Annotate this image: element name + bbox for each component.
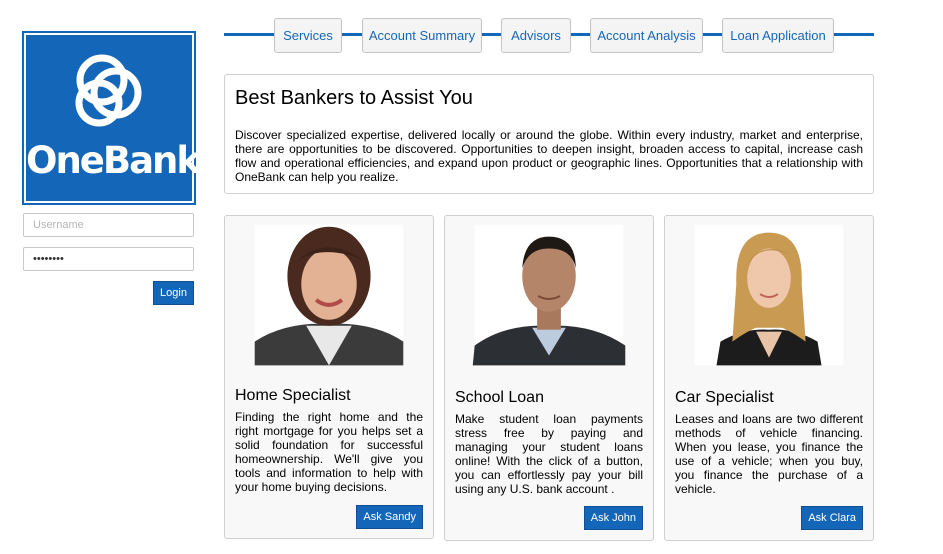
tab-account-summary[interactable]: Account Summary <box>362 18 482 53</box>
advisor-card-school-loan: School Loan Make student loan payments s… <box>444 215 654 541</box>
ask-clara-button[interactable]: Ask Clara <box>801 506 863 530</box>
intro-panel: Best Bankers to Assist You Discover spec… <box>224 74 874 194</box>
advisor-card-home: Home Specialist Finding the right home a… <box>224 215 434 539</box>
ask-john-button[interactable]: Ask John <box>583 506 643 530</box>
password-input[interactable] <box>23 247 194 271</box>
card-text: Make student loan payments stress free b… <box>455 412 643 496</box>
card-text: Leases and loans are two different metho… <box>675 412 863 496</box>
interlocking-rings-icon <box>75 54 142 127</box>
ask-sandy-button[interactable]: Ask Sandy <box>356 505 423 529</box>
page-title: Best Bankers to Assist You <box>235 87 473 109</box>
tab-loan-application[interactable]: Loan Application <box>722 18 834 53</box>
intro-text: Discover specialized expertise, delivere… <box>235 128 863 184</box>
banker-photo-john <box>472 224 626 366</box>
brand-name: OneBank <box>26 139 201 182</box>
tab-advisors[interactable]: Advisors <box>501 18 571 53</box>
banker-photo-sandy <box>254 224 404 366</box>
username-input[interactable] <box>23 213 194 237</box>
card-text: Finding the right home and the right mor… <box>235 410 423 494</box>
banker-photo-clara <box>694 224 844 366</box>
tab-services[interactable]: Services <box>274 18 342 53</box>
card-title: Car Specialist <box>675 389 774 406</box>
tab-account-analysis[interactable]: Account Analysis <box>590 18 703 53</box>
onebank-logo: OneBank <box>22 31 201 205</box>
card-title: Home Specialist <box>235 387 351 404</box>
card-title: School Loan <box>455 389 544 406</box>
advisor-card-car: Car Specialist Leases and loans are two … <box>664 215 874 541</box>
login-button[interactable]: Login <box>153 281 194 305</box>
